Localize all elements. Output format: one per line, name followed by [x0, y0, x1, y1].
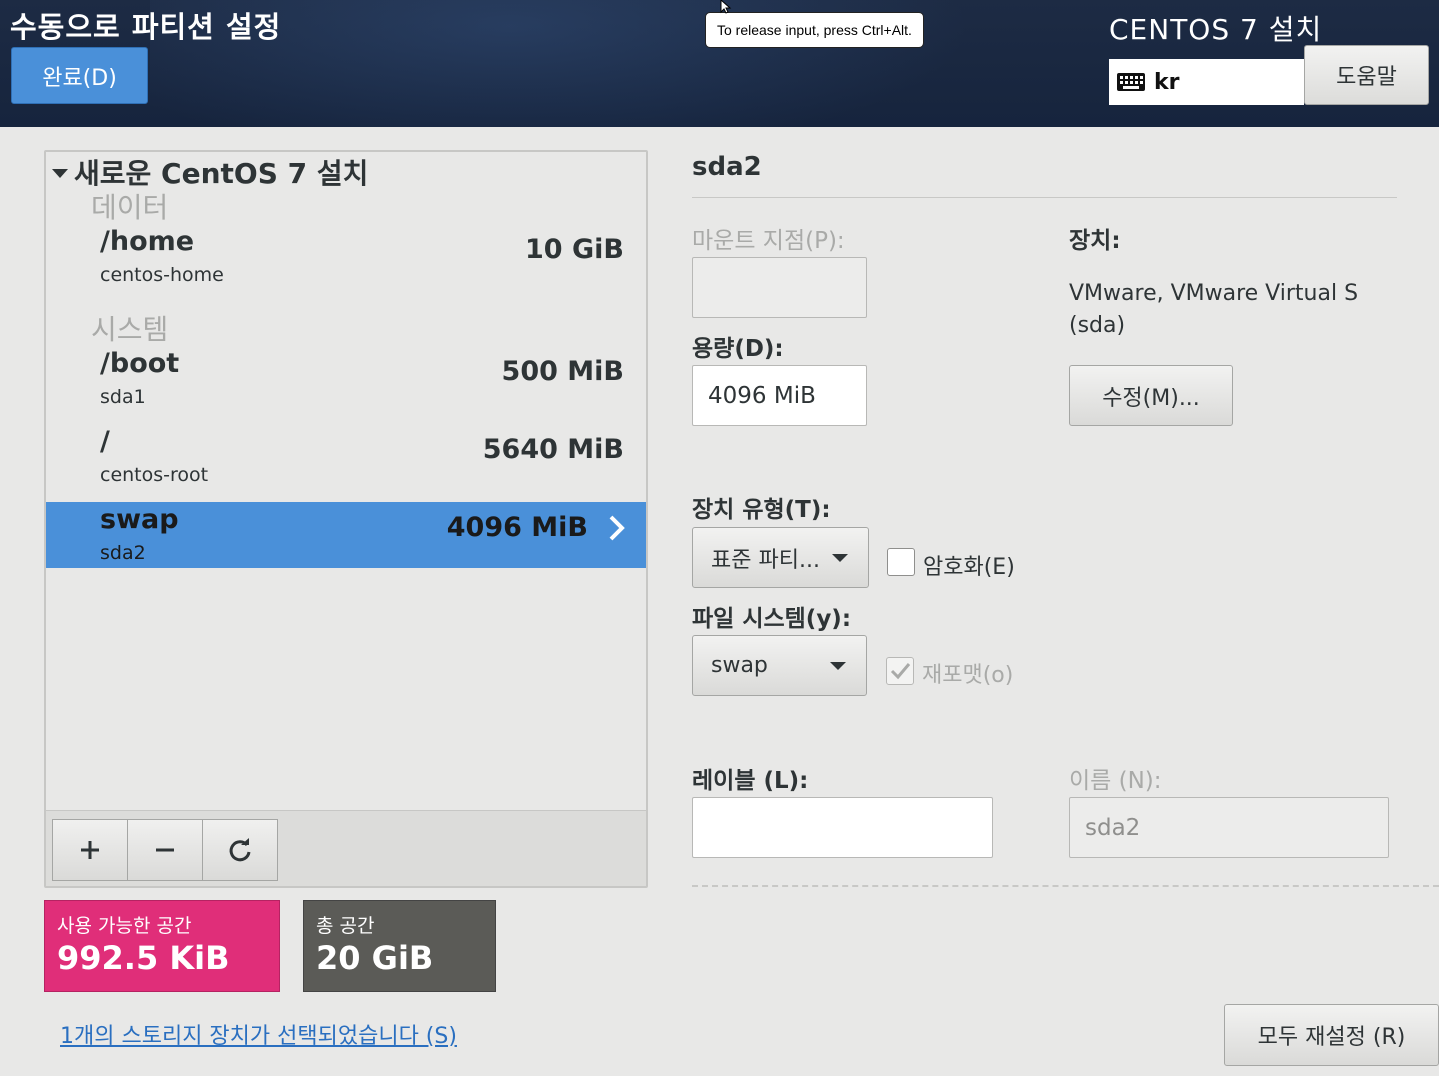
partition-size: 5640 MiB [482, 434, 624, 465]
label-field-label: 레이블 (L): [692, 768, 809, 794]
device-name: sda2 [100, 542, 146, 564]
mount-point-name: /home [100, 226, 195, 257]
selected-device-title: sda2 [692, 152, 762, 182]
dropdown-arrow-icon [830, 662, 846, 670]
dashed-divider [692, 885, 1439, 887]
partition-size: 10 GiB [525, 234, 624, 265]
add-partition-button[interactable] [52, 819, 128, 881]
checkmark-icon [890, 663, 911, 680]
partition-row-swap-selected[interactable]: swap sda2 4096 MiB [46, 502, 646, 568]
capacity-input[interactable]: 4096 MiB [692, 365, 867, 426]
reformat-checkbox[interactable] [886, 657, 914, 685]
storage-devices-link[interactable]: 1개의 스토리지 장치가 선택되었습니다 (S) [60, 1018, 457, 1050]
device-type-value: 표준 파티... [711, 547, 820, 573]
total-space-label: 총 공간 [316, 915, 375, 937]
device-name: centos-root [100, 464, 209, 486]
mount-point-name: swap [100, 504, 179, 535]
minus-icon [156, 848, 174, 852]
device-id-text: (sda) [1069, 313, 1126, 338]
group-label-data: 데이터 [91, 191, 169, 224]
chevron-right-icon [609, 515, 625, 541]
label-input[interactable] [692, 797, 993, 858]
mount-point-label: 마운트 지점(P): [692, 228, 845, 254]
reformat-label: 재포맷(o) [922, 663, 1014, 688]
header-bar: 수동으로 파티션 설정 완료(D) To release input, pres… [0, 0, 1439, 127]
partition-size: 500 MiB [501, 356, 624, 387]
available-space-label: 사용 가능한 공간 [57, 915, 192, 937]
keyboard-layout-label: kr [1154, 69, 1180, 95]
divider [692, 197, 1397, 198]
keyboard-layout-indicator[interactable]: kr [1109, 59, 1304, 105]
device-label: 장치: [1069, 228, 1121, 254]
device-type-dropdown[interactable]: 표준 파티... [692, 527, 869, 588]
device-type-label: 장치 유형(T): [692, 497, 831, 523]
name-field-label: 이름 (N): [1069, 768, 1162, 794]
release-input-tooltip: To release input, press Ctrl+Alt. [705, 12, 924, 48]
encrypt-label: 암호화(E) [923, 555, 1015, 580]
partition-size: 4096 MiB [446, 512, 588, 543]
available-space-box: 사용 가능한 공간 992.5 KiB [44, 900, 280, 992]
done-button[interactable]: 완료(D) [11, 47, 148, 104]
refresh-button[interactable] [202, 819, 278, 881]
mount-point-name: / [100, 426, 110, 457]
help-button[interactable]: 도움말 [1304, 45, 1429, 105]
page-title: 수동으로 파티션 설정 [10, 10, 282, 44]
device-description: VMware, VMware Virtual S (sda) [1069, 278, 1358, 342]
expander-down-icon[interactable] [52, 169, 68, 178]
available-space-value: 992.5 KiB [57, 939, 230, 977]
mount-point-name: /boot [100, 348, 180, 379]
device-name: centos-home [100, 264, 224, 286]
total-space-box: 총 공간 20 GiB [303, 900, 496, 992]
filesystem-dropdown[interactable]: swap [692, 635, 867, 696]
mouse-pointer-icon [720, 0, 732, 14]
plus-icon [81, 841, 99, 859]
remove-partition-button[interactable] [127, 819, 203, 881]
partition-tree-panel: 새로운 CentOS 7 설치 데이터 /home centos-home 10… [44, 150, 648, 888]
group-label-system: 시스템 [91, 313, 169, 346]
reset-all-button[interactable]: 모두 재설정 (R) [1224, 1004, 1439, 1066]
filesystem-value: swap [711, 653, 768, 678]
device-name: sda1 [100, 386, 146, 408]
mount-point-input[interactable] [692, 257, 867, 318]
device-model-text: VMware, VMware Virtual S [1069, 281, 1359, 306]
name-input[interactable]: sda2 [1069, 797, 1389, 858]
encrypt-checkbox[interactable] [887, 548, 915, 576]
partition-toolbar [46, 810, 646, 886]
refresh-icon [229, 838, 251, 862]
dropdown-arrow-icon [832, 554, 848, 562]
modify-button[interactable]: 수정(M)... [1069, 365, 1233, 426]
keyboard-icon [1117, 73, 1145, 91]
total-space-value: 20 GiB [316, 939, 434, 977]
product-title: CENTOS 7 설치 [1109, 13, 1323, 46]
capacity-label: 용량(D): [692, 336, 784, 362]
filesystem-label: 파일 시스템(y): [692, 606, 852, 632]
